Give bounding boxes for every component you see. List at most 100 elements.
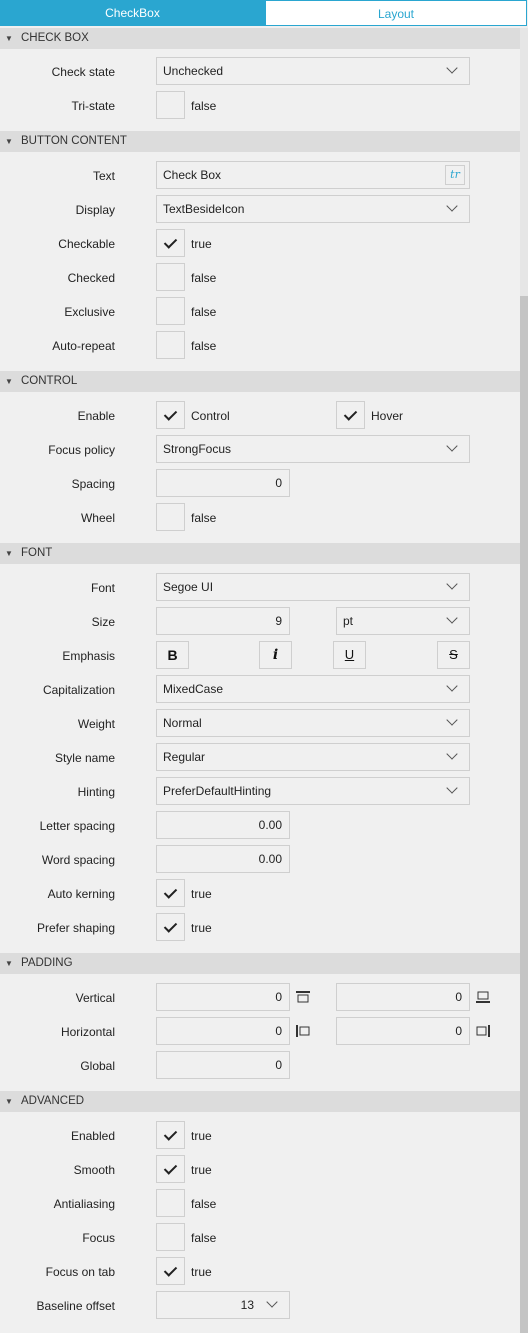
auto-kerning-checkbox[interactable] bbox=[156, 879, 185, 907]
capitalization-dropdown[interactable]: MixedCase bbox=[156, 675, 470, 703]
letter-spacing-spinbox[interactable]: 0.00 bbox=[156, 811, 290, 839]
padding-right-spinbox[interactable]: 0 bbox=[336, 1017, 470, 1045]
smooth-checkbox[interactable] bbox=[156, 1155, 185, 1183]
size-unit-value: pt bbox=[343, 614, 354, 628]
checked-checkbox[interactable] bbox=[156, 263, 185, 291]
global-label: Global bbox=[80, 1059, 115, 1073]
antialiasing-label: Antialiasing bbox=[53, 1197, 115, 1211]
wheel-checkbox[interactable] bbox=[156, 503, 185, 531]
focus-on-tab-checkbox[interactable] bbox=[156, 1257, 185, 1285]
horizontal-label: Horizontal bbox=[60, 1025, 115, 1039]
enable-label: Enable bbox=[77, 409, 115, 423]
exclusive-checkbox[interactable] bbox=[156, 297, 185, 325]
size-unit-dropdown[interactable]: pt bbox=[336, 607, 470, 635]
display-value: TextBesideIcon bbox=[163, 202, 245, 216]
vertical-label: Vertical bbox=[75, 991, 115, 1005]
check-state-dropdown[interactable]: Unchecked bbox=[156, 57, 470, 85]
tab-layout[interactable]: Layout bbox=[265, 0, 527, 26]
baseline-offset-spinbox[interactable]: 13 bbox=[156, 1291, 290, 1319]
section-title: PADDING bbox=[21, 957, 73, 969]
weight-value: Normal bbox=[163, 716, 202, 730]
collapse-triangle-icon: ▼ bbox=[5, 959, 13, 968]
word-spacing-value: 0.00 bbox=[258, 852, 282, 866]
letter-spacing-label: Letter spacing bbox=[39, 819, 115, 833]
section-title: ADVANCED bbox=[21, 1095, 85, 1107]
hover-text: Hover bbox=[371, 409, 404, 423]
weight-label: Weight bbox=[77, 717, 115, 731]
text-input[interactable]: Check Box tr bbox=[156, 161, 470, 189]
checkmark-icon bbox=[163, 919, 178, 933]
bold-button[interactable]: B bbox=[156, 641, 189, 669]
scrollbar-thumb[interactable] bbox=[520, 296, 528, 1333]
style-name-label: Style name bbox=[54, 751, 115, 765]
word-spacing-spinbox[interactable]: 0.00 bbox=[156, 845, 290, 873]
strikethrough-button[interactable]: S bbox=[437, 641, 470, 669]
checkable-checkbox[interactable] bbox=[156, 229, 185, 257]
section-title: CONTROL bbox=[21, 375, 78, 387]
font-label: Font bbox=[90, 581, 115, 595]
display-dropdown[interactable]: TextBesideIcon bbox=[156, 195, 470, 223]
padding-top-icon bbox=[296, 991, 310, 1003]
capitalization-value: MixedCase bbox=[163, 682, 224, 696]
font-dropdown[interactable]: Segoe UI bbox=[156, 573, 470, 601]
chevron-down-icon bbox=[446, 200, 458, 212]
checkmark-icon bbox=[163, 1127, 178, 1141]
padding-top-spinbox[interactable]: 0 bbox=[156, 983, 290, 1011]
size-spinbox[interactable]: 9 bbox=[156, 607, 290, 635]
padding-bottom-spinbox[interactable]: 0 bbox=[336, 983, 470, 1011]
prefer-shaping-checkbox[interactable] bbox=[156, 913, 185, 941]
tab-checkbox[interactable]: CheckBox bbox=[0, 0, 265, 26]
hinting-dropdown[interactable]: PreferDefaultHinting bbox=[156, 777, 470, 805]
weight-dropdown[interactable]: Normal bbox=[156, 709, 470, 737]
tab-bar: CheckBox Layout bbox=[0, 0, 528, 28]
italic-button[interactable]: i bbox=[259, 641, 292, 669]
enable-hover-checkbox[interactable] bbox=[336, 401, 365, 429]
underline-button[interactable]: U bbox=[333, 641, 366, 669]
padding-right-icon bbox=[476, 1025, 490, 1037]
section-header-control[interactable]: ▼ CONTROL bbox=[0, 371, 520, 392]
section-title: FONT bbox=[21, 547, 53, 559]
checkmark-icon bbox=[343, 407, 358, 421]
chevron-down-icon bbox=[446, 62, 458, 74]
check-state-label: Check state bbox=[51, 65, 115, 79]
section-title: BUTTON CONTENT bbox=[21, 135, 127, 147]
padding-global-spinbox[interactable]: 0 bbox=[156, 1051, 290, 1079]
enable-control-checkbox[interactable] bbox=[156, 401, 185, 429]
collapse-triangle-icon: ▼ bbox=[5, 137, 13, 146]
section-header-button-content[interactable]: ▼ BUTTON CONTENT bbox=[0, 131, 520, 152]
checkable-value: true bbox=[191, 237, 212, 251]
enabled-checkbox[interactable] bbox=[156, 1121, 185, 1149]
padding-top-value: 0 bbox=[275, 990, 282, 1004]
focus-checkbox[interactable] bbox=[156, 1223, 185, 1251]
collapse-triangle-icon: ▼ bbox=[5, 1097, 13, 1106]
baseline-offset-value: 13 bbox=[240, 1298, 254, 1312]
antialiasing-checkbox[interactable] bbox=[156, 1189, 185, 1217]
size-label: Size bbox=[91, 615, 115, 629]
auto-kerning-label: Auto kerning bbox=[47, 887, 115, 901]
chevron-down-icon bbox=[446, 440, 458, 452]
checkable-label: Checkable bbox=[58, 237, 115, 251]
focus-policy-dropdown[interactable]: StrongFocus bbox=[156, 435, 470, 463]
vertical-scrollbar[interactable] bbox=[520, 28, 528, 1333]
hinting-value: PreferDefaultHinting bbox=[163, 784, 272, 798]
section-header-font[interactable]: ▼ FONT bbox=[0, 543, 520, 564]
prefer-shaping-value: true bbox=[191, 921, 212, 935]
section-header-padding[interactable]: ▼ PADDING bbox=[0, 953, 520, 974]
chevron-down-icon bbox=[446, 714, 458, 726]
spacing-value: 0 bbox=[275, 476, 282, 490]
chevron-down-icon[interactable] bbox=[266, 1296, 278, 1308]
chevron-down-icon bbox=[446, 578, 458, 590]
spacing-spinbox[interactable]: 0 bbox=[156, 469, 290, 497]
translate-button[interactable]: tr bbox=[445, 165, 465, 185]
focus-on-tab-value: true bbox=[191, 1265, 212, 1279]
padding-left-spinbox[interactable]: 0 bbox=[156, 1017, 290, 1045]
section-header-checkbox[interactable]: ▼ CHECK BOX bbox=[0, 28, 520, 49]
tristate-checkbox[interactable] bbox=[156, 91, 185, 119]
baseline-offset-label: Baseline offset bbox=[36, 1299, 116, 1313]
style-name-dropdown[interactable]: Regular bbox=[156, 743, 470, 771]
checkmark-icon bbox=[163, 407, 178, 421]
section-header-advanced[interactable]: ▼ ADVANCED bbox=[0, 1091, 520, 1112]
padding-right-value: 0 bbox=[455, 1024, 462, 1038]
autorepeat-checkbox[interactable] bbox=[156, 331, 185, 359]
autorepeat-label: Auto-repeat bbox=[52, 339, 115, 353]
